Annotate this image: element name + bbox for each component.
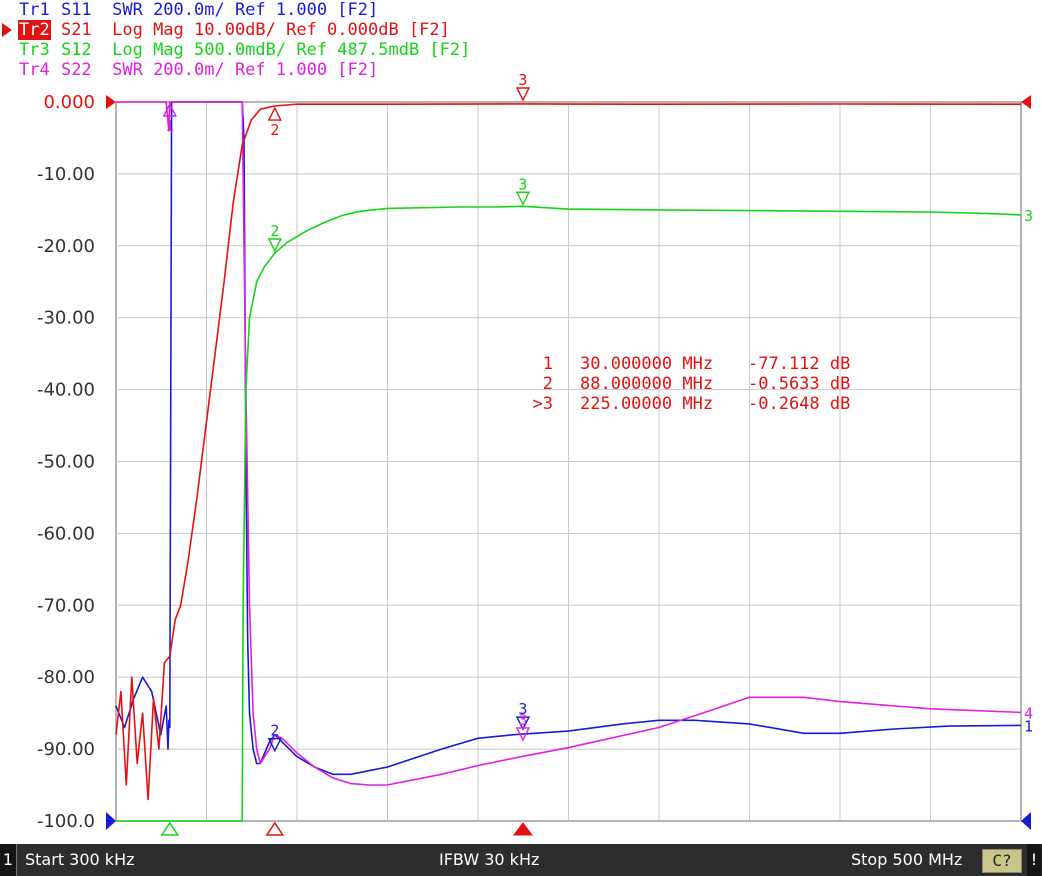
marker-triangle-down-icon <box>515 87 531 102</box>
y-tick-label: -80.00 <box>37 667 95 688</box>
trace-legend-item-tr3[interactable]: Tr3 S12 Log Mag 500.0mdB/ Ref 487.5mdB [… <box>18 40 470 60</box>
y-axis-tick-labels: 0.000 -10.00 -20.00 -30.00 -40.00 -50.00 -60.0… <box>37 92 95 832</box>
trace-tag[interactable]: Tr4 <box>18 60 51 80</box>
marker-label: 2 <box>270 222 279 240</box>
marker-table-id: 2 <box>543 374 553 394</box>
trace-tag[interactable]: Tr3 <box>18 40 51 60</box>
marker-label: 2 <box>270 121 279 139</box>
y-tick-label: -70.00 <box>37 595 95 616</box>
trace-legend-item-tr2[interactable]: Tr2 S21 Log Mag 10.00dB/ Ref 0.000dB [F2… <box>18 20 450 40</box>
trace-settings-text: S22 SWR 200.0m/ Ref 1.000 [F2] <box>50 60 379 80</box>
stimulus-marker-2-icon <box>265 821 285 836</box>
trace-end-label: 4 <box>1024 704 1033 722</box>
trace-tag[interactable]: Tr1 <box>18 0 51 20</box>
status-bar: 1 Start 300 kHz IFBW 30 kHz Stop 500 MHz… <box>0 844 1042 876</box>
marker-label: 1 <box>165 117 174 135</box>
marker-table-id: 1 <box>543 354 553 374</box>
stimulus-marker-1-icon <box>160 821 180 836</box>
ref-arrow-bottom-right-icon <box>1021 812 1031 830</box>
calibration-status-badge[interactable]: C? <box>982 849 1022 873</box>
y-tick-label: -10.00 <box>37 164 95 185</box>
y-tick-label: -30.00 <box>37 308 95 329</box>
marker-table-frequency: 225.00000 MHz <box>580 394 713 414</box>
warning-indicator[interactable]: ! <box>1027 844 1041 876</box>
trace-settings-text: S21 Log Mag 10.00dB/ Ref 0.000dB [F2] <box>50 20 450 40</box>
marker-table-id: >3 <box>533 394 553 414</box>
ref-arrow-bottom-left-icon <box>106 812 116 830</box>
marker-table-value: -77.112 dB <box>748 354 850 374</box>
trace-tag[interactable]: Tr2 <box>18 20 51 40</box>
marker-table-frequency: 88.000000 MHz <box>580 374 713 394</box>
y-tick-label: -100.0 <box>37 811 95 832</box>
marker-table-value: -0.2648 dB <box>748 394 850 414</box>
y-tick-label: -20.00 <box>37 236 95 257</box>
ref-arrow-left-icon <box>106 95 116 109</box>
active-trace-arrow-icon <box>2 23 12 37</box>
trace-legend: Tr1 S11 SWR 200.0m/ Ref 1.000 [F2] Tr2 S2… <box>0 0 700 84</box>
marker-readout-table: 1 30.000000 MHz -77.112 dB 2 88.000000 MHz -0… <box>533 354 851 414</box>
y-tick-label: -50.00 <box>37 452 95 473</box>
trace-settings-text: S11 SWR 200.0m/ Ref 1.000 [F2] <box>50 0 379 20</box>
y-tick-label: -90.00 <box>37 739 95 760</box>
y-tick-label: -60.00 <box>37 523 95 544</box>
channel-indicator[interactable]: 1 <box>0 844 17 876</box>
y-tick-label: -40.00 <box>37 380 95 401</box>
stop-frequency[interactable]: Stop 500 MHz <box>851 844 962 876</box>
marker-label: 2 <box>270 722 279 740</box>
marker-label: 3 <box>518 175 527 193</box>
ifbw-setting[interactable]: IFBW 30 kHz <box>439 844 539 876</box>
ref-arrow-right-icon <box>1021 95 1031 109</box>
marker-table-value: -0.5633 dB <box>748 374 850 394</box>
trace-end-label: 3 <box>1024 207 1033 225</box>
trace-legend-item-tr1[interactable]: Tr1 S11 SWR 200.0m/ Ref 1.000 [F2] <box>18 0 378 20</box>
stimulus-marker-3-active-icon <box>512 822 533 836</box>
start-frequency[interactable]: Start 300 kHz <box>25 844 135 876</box>
vna-plot: 0.000 -10.00 -20.00 -30.00 -40.00 -50.00 -60.0… <box>37 71 1033 836</box>
trace-legend-item-tr4[interactable]: Tr4 S22 SWR 200.0m/ Ref 1.000 [F2] <box>18 60 378 80</box>
marker-label: 3 <box>518 711 527 729</box>
trace-settings-text: S12 Log Mag 500.0mdB/ Ref 487.5mdB [F2] <box>50 40 471 60</box>
y-tick-label: 0.000 <box>43 92 95 113</box>
marker-table-frequency: 30.000000 MHz <box>580 354 713 374</box>
